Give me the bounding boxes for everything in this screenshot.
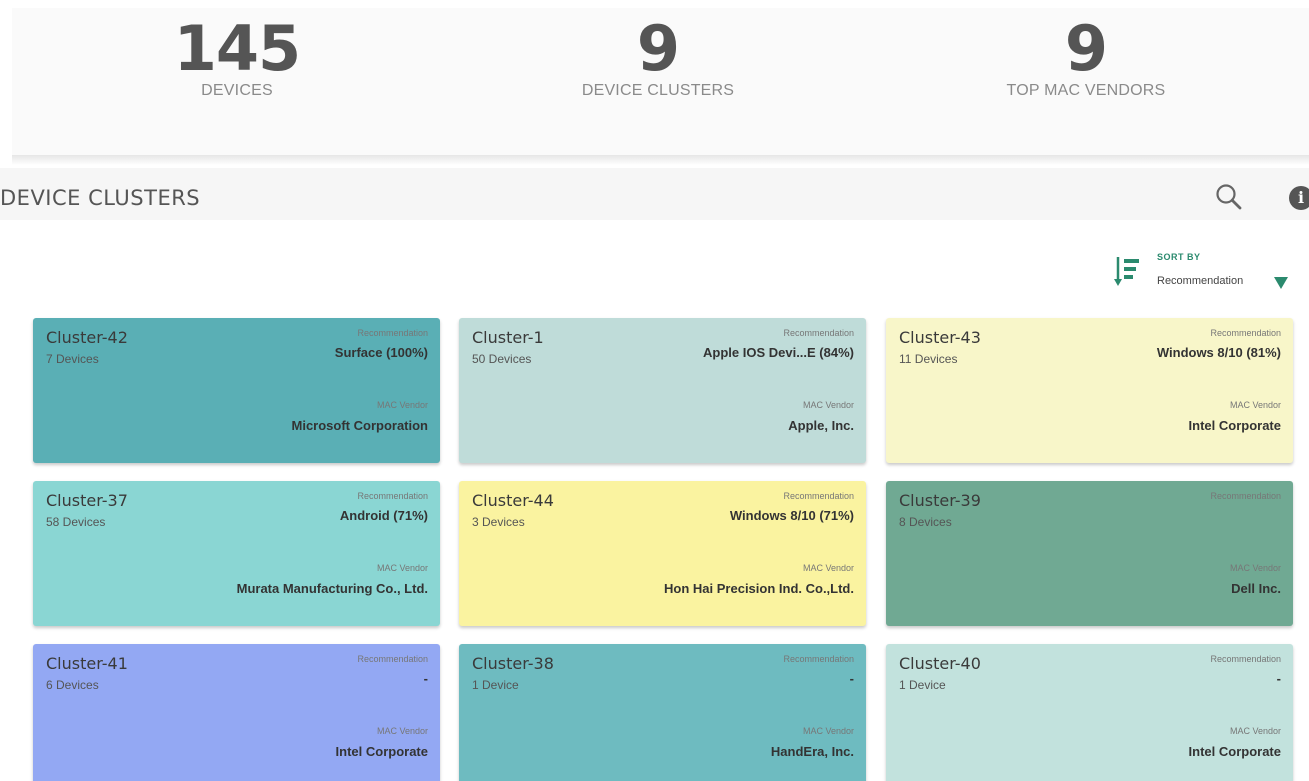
cluster-device-count: 3 Devices [472, 515, 525, 529]
cluster-card[interactable]: Cluster-43 11 Devices Recommendation Window… [886, 318, 1293, 463]
mac-vendor-label: MAC Vendor [376, 400, 428, 410]
cluster-card[interactable]: Cluster-39 8 Devices Recommendation MAC Ven… [886, 481, 1293, 626]
recommendation-label: Recommendation [1210, 328, 1281, 338]
stats-bar: 145 DEVICES 9 DEVICE CLUSTERS 9 TOP MAC … [12, 8, 1309, 156]
cluster-card[interactable]: Cluster-37 58 Devices Recommendation Androi… [33, 481, 440, 626]
recommendation-label: Recommendation [783, 491, 854, 501]
cluster-name: Cluster-40 [899, 654, 981, 673]
cluster-card[interactable]: Cluster-40 1 Device Recommendation - MAC Ven… [886, 644, 1293, 781]
recommendation-label: Recommendation [1210, 654, 1281, 664]
cluster-device-count: 8 Devices [899, 515, 952, 529]
stat-device-clusters: 9 DEVICE CLUSTERS [498, 14, 818, 100]
cluster-device-count: 11 Devices [899, 352, 958, 366]
mac-vendor-value: Hon Hai Precision Ind. Co.,Ltd. [664, 581, 854, 596]
section-divider [12, 155, 1309, 165]
recommendation-value: Windows 8/10 (71%) [729, 508, 854, 523]
recommendation-label: Recommendation [783, 654, 854, 664]
mac-vendor-label: MAC Vendor [802, 726, 854, 736]
cluster-device-count: 7 Devices [46, 352, 99, 366]
mac-vendor-label: MAC Vendor [802, 563, 854, 573]
cluster-device-count: 58 Devices [46, 515, 106, 529]
cluster-device-count: 50 Devices [472, 352, 532, 366]
recommendation-value: Windows 8/10 (81%) [1156, 345, 1281, 360]
search-icon[interactable] [1214, 182, 1244, 212]
mac-vendor-label: MAC Vendor [1229, 563, 1281, 573]
recommendation-value: Surface (100%) [334, 345, 428, 360]
cluster-name: Cluster-44 [472, 491, 554, 510]
sort-by-label: SORT BY [1157, 252, 1201, 262]
recommendation-value: - [849, 671, 854, 686]
chevron-down-icon [1274, 277, 1288, 289]
cluster-card[interactable]: Cluster-42 7 Devices Recommendation Surface… [33, 318, 440, 463]
cluster-card[interactable]: Cluster-38 1 Device Recommendation - MAC Ven… [459, 644, 866, 781]
recommendation-value: - [423, 671, 428, 686]
recommendation-label: Recommendation [357, 328, 428, 338]
stat-value: 9 [636, 12, 680, 85]
cluster-card[interactable]: Cluster-41 6 Devices Recommendation - MAC Ve… [33, 644, 440, 781]
stat-label: DEVICES [201, 82, 273, 99]
recommendation-value: - [1276, 671, 1281, 686]
sort-descending-icon [1114, 254, 1144, 288]
sort-by-dropdown[interactable]: SORT BY Recommendation [1114, 250, 1304, 294]
mac-vendor-label: MAC Vendor [376, 726, 428, 736]
stat-label: TOP MAC VENDORS [1006, 82, 1166, 99]
recommendation-label: Recommendation [357, 491, 428, 501]
info-icon[interactable]: i [1289, 186, 1309, 210]
cluster-name: Cluster-42 [46, 328, 128, 347]
cluster-device-count: 1 Device [899, 678, 946, 692]
cluster-name: Cluster-43 [899, 328, 981, 347]
mac-vendor-label: MAC Vendor [802, 400, 854, 410]
mac-vendor-value: Dell Inc. [1231, 581, 1281, 596]
cluster-name: Cluster-41 [46, 654, 128, 673]
mac-vendor-value: HandEra, Inc. [770, 744, 854, 759]
stat-devices: 145 DEVICES [77, 14, 397, 100]
recommendation-label: Recommendation [357, 654, 428, 664]
cluster-name: Cluster-39 [899, 491, 981, 510]
cluster-device-count: 6 Devices [46, 678, 99, 692]
cluster-card[interactable]: Cluster-44 3 Devices Recommendation Windows… [459, 481, 866, 626]
mac-vendor-label: MAC Vendor [376, 563, 428, 573]
cluster-card[interactable]: Cluster-1 50 Devices Recommendation Apple I… [459, 318, 866, 463]
mac-vendor-value: Intel Corporate [1188, 418, 1281, 433]
stat-value: 145 [173, 12, 301, 85]
mac-vendor-label: MAC Vendor [1229, 400, 1281, 410]
recommendation-value: Android (71%) [339, 508, 428, 523]
cluster-name: Cluster-38 [472, 654, 554, 673]
mac-vendor-value: Intel Corporate [1188, 744, 1281, 759]
stat-label: DEVICE CLUSTERS [581, 82, 735, 99]
mac-vendor-label: MAC Vendor [1229, 726, 1281, 736]
recommendation-label: Recommendation [783, 328, 854, 338]
stat-value: 9 [1064, 12, 1108, 85]
cluster-name: Cluster-37 [46, 491, 128, 510]
cluster-name: Cluster-1 [472, 328, 544, 347]
stat-top-mac-vendors: 9 TOP MAC VENDORS [926, 14, 1246, 100]
mac-vendor-value: Murata Manufacturing Co., Ltd. [236, 581, 428, 596]
cluster-device-count: 1 Device [472, 678, 519, 692]
mac-vendor-value: Microsoft Corporation [291, 418, 429, 433]
section-title: DEVICE CLUSTERS [0, 186, 201, 210]
mac-vendor-value: Apple, Inc. [788, 418, 854, 433]
recommendation-value: Apple IOS Devi...E (84%) [703, 345, 854, 360]
sort-by-value: Recommendation [1157, 275, 1244, 287]
recommendation-label: Recommendation [1210, 491, 1281, 501]
mac-vendor-value: Intel Corporate [335, 744, 428, 759]
